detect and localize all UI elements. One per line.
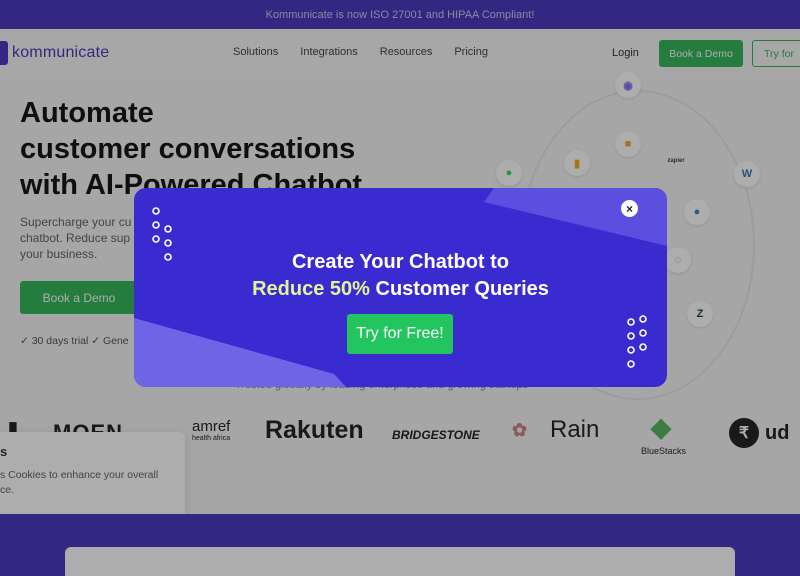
- modal-decor-shape-top: [484, 188, 667, 246]
- modal-decor-shape-bottom: [134, 318, 346, 387]
- promo-modal: Create Your Chatbot to Reduce 50% Custom…: [134, 188, 667, 387]
- modal-dots-right: [627, 315, 647, 368]
- modal-try-free-button[interactable]: Try for Free!: [347, 314, 453, 354]
- modal-title: Create Your Chatbot to Reduce 50% Custom…: [134, 249, 667, 303]
- modal-highlight: Reduce 50%: [252, 278, 370, 300]
- modal-title-line-2: Reduce 50% Customer Queries: [134, 276, 667, 303]
- close-icon[interactable]: ×: [621, 200, 638, 217]
- modal-title-rest: Customer Queries: [369, 278, 549, 300]
- modal-title-line-1: Create Your Chatbot to: [291, 251, 510, 273]
